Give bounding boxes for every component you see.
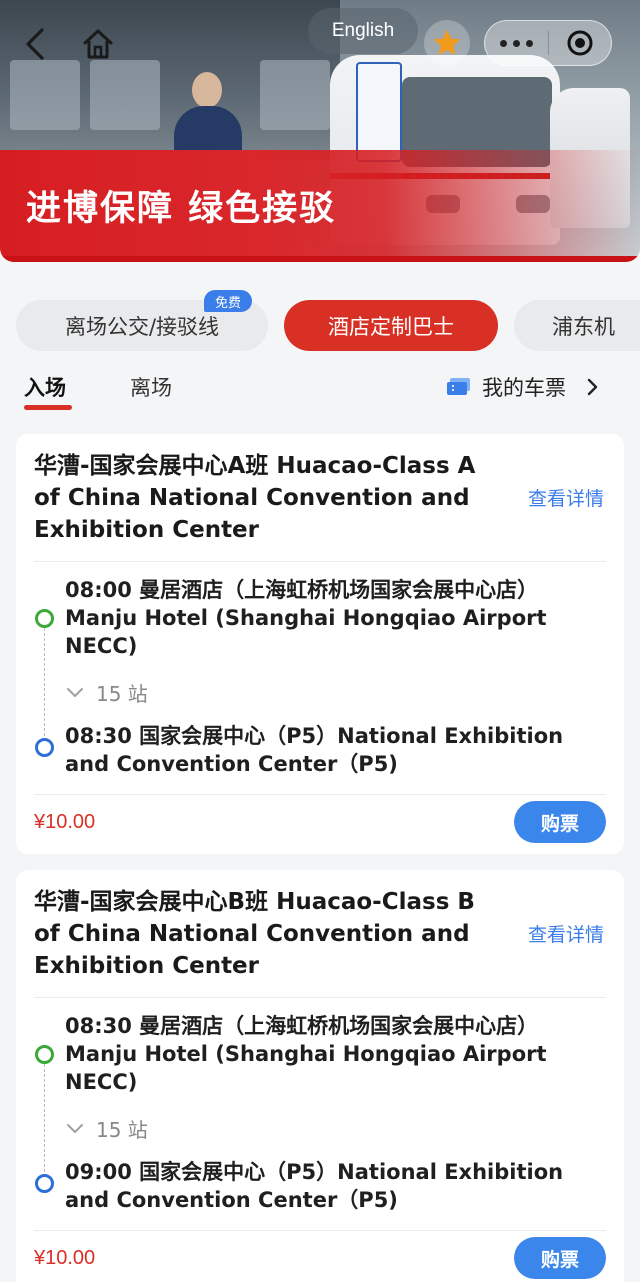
- stops-toggle[interactable]: 15 站: [66, 1114, 148, 1143]
- divider: [34, 997, 606, 998]
- chevron-right-icon: [587, 378, 598, 396]
- end-stop-dot: [35, 1174, 54, 1193]
- price: ¥10.00: [34, 1247, 96, 1269]
- divider: [34, 561, 606, 562]
- back-icon: [26, 28, 44, 60]
- home-button[interactable]: [76, 22, 120, 66]
- end-stop: 09:00 国家会展中心（P5）National Exhibition and …: [65, 1160, 564, 1212]
- end-stop-dot: [35, 738, 54, 757]
- start-stop-dot: [35, 1045, 54, 1064]
- chevron-down-icon: [67, 687, 83, 697]
- banner-driver: [168, 72, 248, 156]
- my-tickets-link[interactable]: 我的车票: [446, 372, 600, 402]
- route-title: 华漕-国家会展中心A班 Huacao-Class A of China Nati…: [34, 453, 476, 543]
- route-line: [44, 628, 45, 746]
- start-stop-dot: [35, 609, 54, 628]
- my-tickets-label: 我的车票: [482, 376, 566, 400]
- start-stop: 08:30 曼居酒店（上海虹桥机场国家会展中心店）Manju Hotel (Sh…: [65, 1014, 547, 1094]
- tab-entry[interactable]: 入场: [24, 372, 66, 402]
- mini-program-capsule: [484, 20, 612, 66]
- home-icon: [83, 29, 113, 59]
- tab-active-indicator: [24, 405, 72, 410]
- free-badge: 免费: [204, 290, 252, 312]
- stops-count: 15 站: [96, 682, 148, 706]
- banner-title: 进博保障 绿色接驳: [26, 189, 337, 229]
- route-line: [44, 1064, 45, 1182]
- price: ¥10.00: [34, 811, 96, 833]
- star-icon: [433, 29, 461, 55]
- route-card: 华漕-国家会展中心A班 Huacao-Class A of China Nati…: [16, 434, 624, 854]
- view-details-link[interactable]: 查看详情: [528, 484, 604, 511]
- buy-ticket-button[interactable]: 购票: [514, 1237, 606, 1279]
- end-stop: 08:30 国家会展中心（P5）National Exhibition and …: [65, 724, 564, 776]
- category-label: 离场公交/接驳线: [64, 314, 220, 339]
- ticket-icon: [447, 378, 470, 395]
- back-button[interactable]: [14, 22, 58, 66]
- banner-sign: [356, 62, 402, 162]
- category-pill-hotel-bus[interactable]: 酒店定制巴士: [284, 300, 498, 351]
- category-label: 浦东机: [552, 314, 615, 339]
- more-button[interactable]: [485, 39, 548, 47]
- category-label: 酒店定制巴士: [328, 314, 454, 339]
- close-button[interactable]: [549, 28, 611, 58]
- stops-toggle[interactable]: 15 站: [66, 678, 148, 707]
- chevron-down-icon: [67, 1123, 83, 1133]
- start-stop: 08:00 曼居酒店（上海虹桥机场国家会展中心店）Manju Hotel (Sh…: [65, 578, 547, 658]
- view-details-link[interactable]: 查看详情: [528, 920, 604, 947]
- route-title: 华漕-国家会展中心B班 Huacao-Class B of China Nati…: [34, 889, 475, 979]
- divider: [34, 1230, 606, 1231]
- stops-count: 15 站: [96, 1118, 148, 1142]
- buy-ticket-button[interactable]: 购票: [514, 801, 606, 843]
- close-target-icon: [567, 30, 593, 56]
- divider: [34, 794, 606, 795]
- language-toggle[interactable]: English: [308, 8, 418, 54]
- tab-exit[interactable]: 离场: [130, 372, 172, 402]
- category-pill-pudong-airport[interactable]: 浦东机: [514, 300, 640, 351]
- favorite-button[interactable]: [424, 20, 470, 66]
- route-card: 华漕-国家会展中心B班 Huacao-Class B of China Nati…: [16, 870, 624, 1282]
